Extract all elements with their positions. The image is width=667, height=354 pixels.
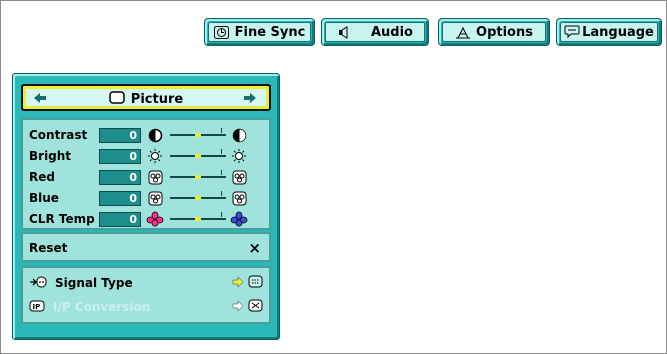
arrow-right-icon	[232, 299, 244, 315]
contrast-value[interactable]: 0	[99, 127, 141, 143]
contrast-low-icon	[146, 127, 164, 143]
bright-slider[interactable]	[170, 148, 226, 164]
clr-temp-slider[interactable]	[170, 211, 226, 227]
reset-row[interactable]: Reset ×	[21, 232, 271, 262]
contrast-high-icon	[230, 127, 248, 143]
red-value[interactable]: 0	[99, 169, 141, 185]
color-temp-high-icon	[230, 211, 248, 227]
blue-label: Blue	[29, 191, 59, 205]
contrast-slider[interactable]	[170, 127, 226, 143]
blue-slider[interactable]	[170, 190, 226, 206]
tab-fine-sync[interactable]: Fine Sync	[204, 18, 315, 46]
slider-thumb[interactable]	[195, 217, 201, 221]
signal-type-row[interactable]: Signal Type	[29, 273, 263, 293]
clr-temp-value[interactable]: 0	[99, 211, 141, 227]
blue-row[interactable]: Blue 0	[29, 189, 263, 207]
monitor-icon	[109, 91, 125, 108]
clr-temp-label: CLR Temp	[29, 212, 95, 226]
red-low-icon	[146, 169, 164, 185]
tab-label: Audio	[370, 24, 413, 40]
red-high-icon	[230, 169, 248, 185]
speech-bubble-icon	[564, 25, 580, 39]
red-slider[interactable]	[170, 169, 226, 185]
blue-low-icon	[146, 190, 164, 206]
contrast-label: Contrast	[29, 128, 88, 142]
slider-thumb[interactable]	[195, 175, 201, 179]
svg-text:IP: IP	[33, 303, 41, 311]
tab-options[interactable]: Options	[438, 18, 550, 46]
bright-label: Bright	[29, 149, 72, 163]
fine-sync-icon	[214, 25, 230, 39]
color-temp-low-icon	[146, 211, 164, 227]
contrast-row[interactable]: Contrast 0	[29, 126, 263, 144]
slider-thumb[interactable]	[195, 154, 201, 158]
ip-conversion-label: I/P Conversion	[53, 300, 151, 314]
panel-title: Picture	[130, 92, 184, 107]
reset-label: Reset	[29, 241, 68, 255]
ip-conversion-icon: IP	[29, 299, 45, 316]
brightness-high-icon	[230, 148, 248, 164]
brightness-low-icon	[146, 148, 164, 164]
bright-value[interactable]: 0	[99, 148, 141, 164]
arrow-right-icon	[232, 275, 244, 291]
slider-thumb[interactable]	[195, 196, 201, 200]
reset-close-icon[interactable]: ×	[248, 239, 261, 257]
clr-temp-row[interactable]: CLR Temp 0	[29, 210, 263, 228]
picture-menu-panel: Picture Contrast 0 Bright 0 Red 0 Blue 0…	[12, 73, 280, 340]
tab-audio[interactable]: Audio	[321, 18, 429, 46]
signal-type-icon	[29, 275, 47, 292]
tab-label: Options	[476, 24, 533, 40]
tab-label: Language	[582, 24, 654, 40]
tab-language[interactable]: Language	[556, 18, 662, 46]
signal-type-label: Signal Type	[55, 276, 133, 290]
adjustment-list: Contrast 0 Bright 0 Red 0 Blue 0 CLR Tem…	[21, 118, 271, 230]
arrow-right-icon[interactable]	[243, 90, 259, 104]
tab-label: Fine Sync	[234, 24, 306, 40]
picture-menu-header: Picture	[21, 84, 271, 111]
red-label: Red	[29, 170, 55, 184]
submenu-icon	[248, 275, 263, 291]
bright-row[interactable]: Bright 0	[29, 147, 263, 165]
slider-thumb[interactable]	[195, 133, 201, 137]
blue-high-icon	[230, 190, 248, 206]
ip-submenu-icon	[248, 299, 263, 315]
blue-value[interactable]: 0	[99, 190, 141, 206]
options-icon	[455, 25, 471, 39]
red-row[interactable]: Red 0	[29, 168, 263, 186]
ip-conversion-row[interactable]: IP I/P Conversion	[29, 297, 263, 317]
signal-options: Signal Type IP I/P Conversion	[21, 266, 271, 324]
speaker-icon	[337, 25, 353, 39]
